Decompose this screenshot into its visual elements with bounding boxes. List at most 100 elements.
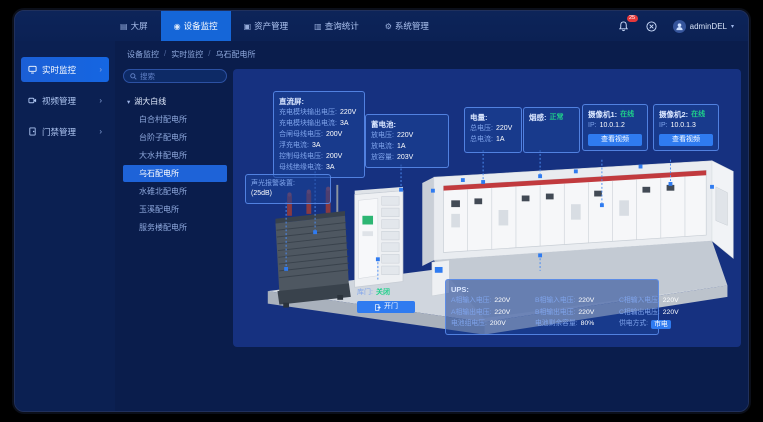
screen-icon — [28, 65, 37, 74]
tree-node-feeder-line[interactable]: ▾ 湖大白线 — [123, 93, 227, 110]
panel-title: UPS: — [451, 284, 653, 295]
fullscreen-icon[interactable] — [645, 20, 658, 33]
search-input[interactable] — [140, 72, 220, 81]
tab-label: 系统管理 — [395, 20, 429, 32]
tree-leaf-substation[interactable]: 玉溪配电所 — [123, 201, 227, 218]
door-icon — [28, 127, 37, 136]
tab-query-statistics[interactable]: ▥ 查询统计 — [301, 11, 372, 41]
tree-leaf-substation[interactable]: 服务楼配电所 — [123, 219, 227, 236]
tab-system-management[interactable]: ⚙ 系统管理 — [372, 11, 442, 41]
smoke-sensor-panel: 烟感:正常 — [523, 107, 580, 153]
app-window: ▤ 大屏 ◉ 设备监控 ▣ 资产管理 ▥ 查询统计 ⚙ 系统管理 — [14, 10, 749, 412]
view-video-button[interactable]: 查看视频 — [659, 134, 713, 146]
tree-search[interactable] — [123, 69, 227, 83]
navbar-right: 25 adminDEL ▾ — [617, 11, 734, 41]
search-icon — [130, 73, 137, 80]
substation-tree-panel: ▾ 湖大白线 白合村配电所 台阶子配电所 大水井配电所 乌石配电所 水碓北配电所… — [123, 69, 227, 403]
open-door-label: 开门 — [384, 303, 398, 311]
metric-label: 放电流: — [371, 141, 394, 152]
tree-leaf-substation[interactable]: 台阶子配电所 — [123, 129, 227, 146]
sidebar-item-label: 门禁管理 — [42, 126, 76, 138]
view-video-button[interactable]: 查看视频 — [588, 134, 642, 146]
camera2-panel: 摄像机2:在线 IP:10.0.1.3 查看视频 — [653, 104, 719, 151]
metric-value: 3A — [326, 162, 335, 173]
left-sidebar: 实时监控 › 视频管理 › 门禁管理 › — [15, 41, 115, 411]
metric-label: A相输入电压: — [451, 296, 491, 307]
tree-leaf-substation[interactable]: 白合村配电所 — [123, 111, 227, 128]
tree-leaf-substation[interactable]: 大水井配电所 — [123, 147, 227, 164]
ip-label: IP: — [659, 120, 668, 131]
ip-value: 10.0.1.3 — [671, 120, 696, 131]
video-camera-icon — [28, 96, 37, 105]
ip-label: IP: — [588, 120, 597, 131]
user-menu[interactable]: adminDEL ▾ — [673, 20, 734, 33]
tree-leaf-substation[interactable]: 水碓北配电所 — [123, 183, 227, 200]
status-badge: 正常 — [550, 112, 564, 123]
avatar — [673, 20, 686, 33]
breadcrumb-separator: / — [208, 49, 210, 60]
metric-label: 供电方式: — [619, 319, 648, 330]
metric-label: 放电压: — [371, 130, 394, 141]
metric-value: 220V — [663, 308, 679, 319]
metric-label: 总电压: — [470, 123, 493, 134]
sidebar-item-access-control[interactable]: 门禁管理 › — [21, 119, 109, 144]
substation-tree: ▾ 湖大白线 白合村配电所 台阶子配电所 大水井配电所 乌石配电所 水碓北配电所… — [123, 93, 227, 236]
metric-value: 200V — [326, 129, 342, 140]
metric-label: 电池组电压: — [451, 319, 487, 330]
open-door-button[interactable]: 开门 — [357, 301, 415, 313]
sidebar-item-video-management[interactable]: 视频管理 › — [21, 88, 109, 113]
metric-value: 220V — [340, 107, 356, 118]
tree-node-label: 湖大白线 — [134, 96, 166, 107]
panel-title: 摄像机2: — [659, 109, 688, 120]
tab-device-monitoring[interactable]: ◉ 设备监控 — [161, 11, 231, 41]
ip-value: 10.0.1.2 — [600, 120, 625, 131]
metric-label: 合闸母线电压: — [279, 129, 323, 140]
tab-dashboard[interactable]: ▤ 大屏 — [107, 11, 161, 41]
panel-title: 摄像机1: — [588, 109, 617, 120]
chevron-right-icon: › — [99, 96, 102, 105]
door-control: 库门:关闭 开门 — [357, 287, 415, 313]
tree-leaf-substation-selected[interactable]: 乌石配电所 — [123, 165, 227, 182]
tab-label: 大屏 — [131, 20, 148, 32]
metric-label: C相输入电压: — [619, 296, 660, 307]
tab-asset-management[interactable]: ▣ 资产管理 — [231, 11, 302, 41]
notification-badge: 25 — [627, 15, 638, 22]
breadcrumb-item: 乌石配电所 — [215, 49, 255, 60]
metric-value: 203V — [397, 152, 413, 163]
metric-value: 80% — [581, 319, 595, 330]
metric-value: 3A — [340, 118, 349, 129]
metric-label: 浮充电流: — [279, 140, 309, 151]
metric-value: 220V — [578, 296, 594, 307]
metric-value: 200V — [490, 319, 506, 330]
breadcrumb-separator: / — [164, 49, 166, 60]
metric-label: 电池剩余容量: — [535, 319, 578, 330]
sidebar-item-realtime-monitoring[interactable]: 实时监控 › — [21, 57, 109, 82]
dashboard-icon: ▤ — [120, 22, 128, 31]
breadcrumb-item[interactable]: 设备监控 — [127, 49, 159, 60]
panel-title: 电量: — [470, 112, 516, 123]
meter-panel: 电量: 总电压:220V 总电流:1A — [464, 107, 522, 153]
camera1-panel: 摄像机1:在线 IP:10.0.1.2 查看视频 — [582, 104, 648, 151]
substation-3d-view: 直流屏: 充电模块输出电压:220V 充电模块输出电流:3A 合闸母线电压:20… — [233, 69, 741, 347]
panel-title: 烟感: — [529, 112, 547, 123]
content-area: 设备监控 / 实时监控 / 乌石配电所 ▾ 湖大白线 白合村配电所 台阶子配电所… — [115, 41, 748, 411]
tab-label: 查询统计 — [325, 20, 359, 32]
metric-value: 220V — [397, 130, 413, 141]
stats-icon: ▥ — [314, 22, 322, 31]
notification-bell-icon[interactable]: 25 — [617, 20, 630, 33]
status-badge: 在线 — [620, 109, 634, 120]
tab-label: 资产管理 — [254, 20, 288, 32]
metric-label: B相输出电压: — [535, 308, 575, 319]
monitor-icon: ◉ — [174, 22, 181, 31]
panel-title: 蓄电池: — [371, 119, 443, 130]
status-badge: 在线 — [691, 109, 705, 120]
dc-screen-panel: 直流屏: 充电模块输出电压:220V 充电模块输出电流:3A 合闸母线电压:20… — [273, 91, 365, 178]
nav-tabs: ▤ 大屏 ◉ 设备监控 ▣ 资产管理 ▥ 查询统计 ⚙ 系统管理 — [107, 11, 442, 41]
alarm-value: (25dB) — [251, 189, 272, 199]
metric-value: 1A — [397, 141, 406, 152]
metric-label: B相输入电压: — [535, 296, 575, 307]
breadcrumb-item[interactable]: 实时监控 — [171, 49, 203, 60]
metric-label: A相输出电压: — [451, 308, 491, 319]
metric-label: 放容量: — [371, 152, 394, 163]
username: adminDEL — [690, 22, 727, 31]
